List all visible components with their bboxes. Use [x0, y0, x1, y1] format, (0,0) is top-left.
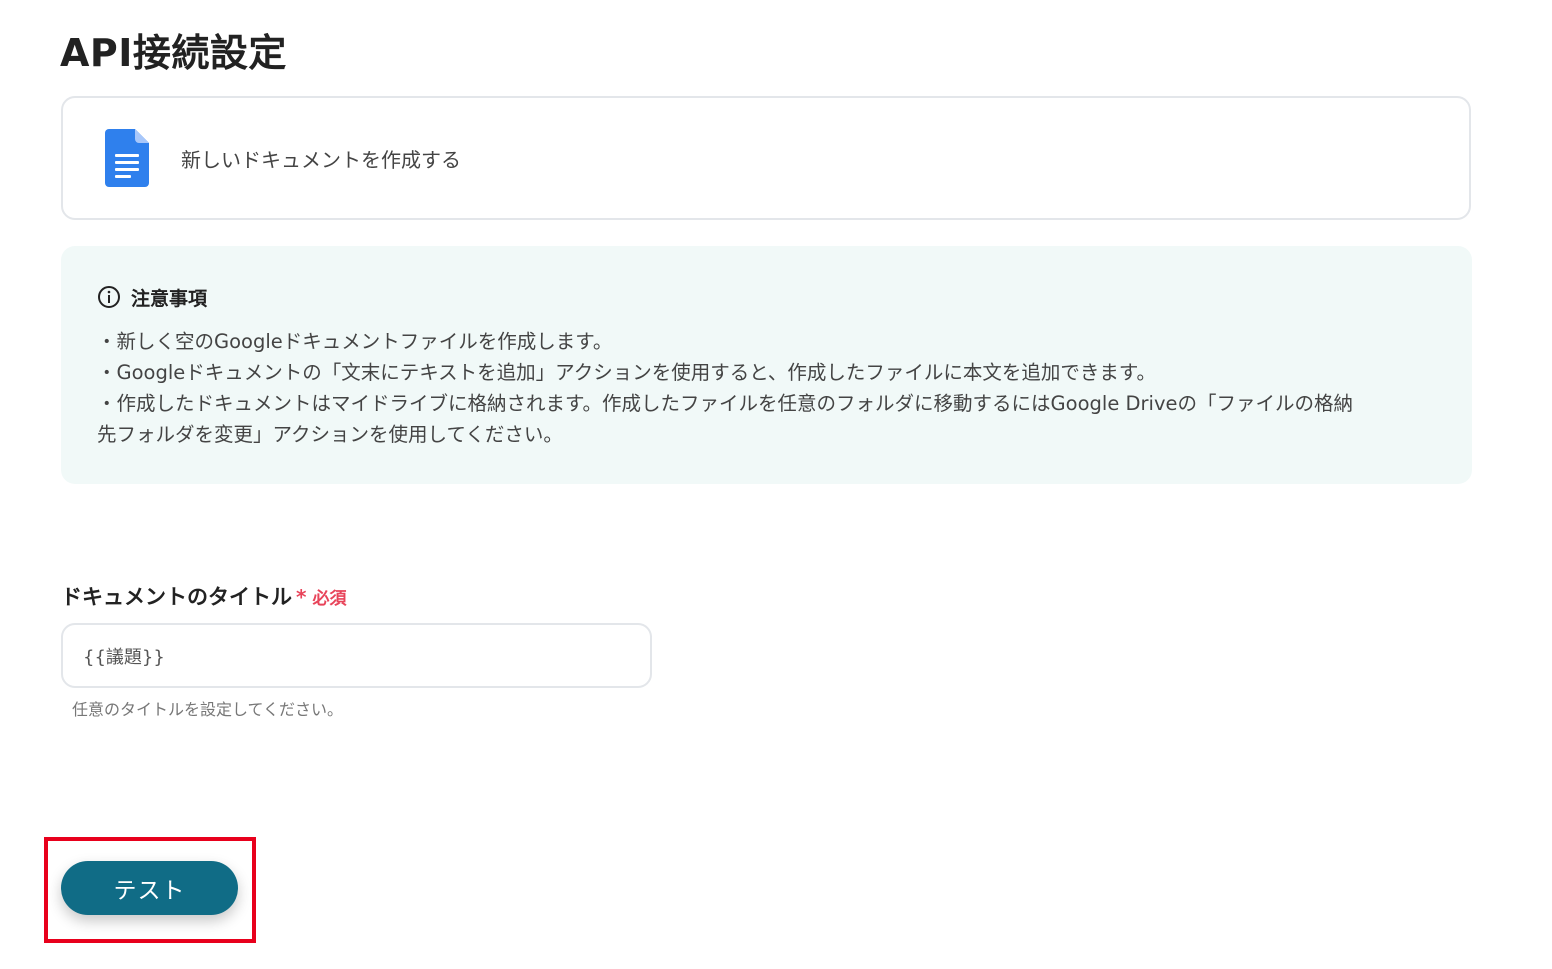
document-title-label: ドキュメントのタイトル * 必須 [61, 581, 346, 611]
notice-line: 先フォルダを変更」アクションを使用してください。 [97, 423, 563, 446]
notice-line: ・作成したドキュメントはマイドライブに格納されます。作成したファイルを任意のフォ… [97, 392, 1354, 415]
notice-line: ・新しく空のGoogleドキュメントファイルを作成します。 [97, 330, 613, 353]
api-connection-settings-page: API接続設定 新しいドキュメントを作成する 注意事項 ・新しく空のGoogle… [0, 0, 1552, 969]
notice-heading: 注意事項 [131, 287, 208, 310]
notice-line: ・Googleドキュメントの「文末にテキストを追加」アクションを使用すると、作成… [97, 361, 1156, 384]
notice-text: ・新しく空のGoogleドキュメントファイルを作成します。 ・Googleドキュ… [97, 326, 1437, 450]
required-badge: 必須 [312, 589, 347, 609]
action-label: 新しいドキュメントを作成する [181, 147, 461, 172]
document-title-input[interactable] [61, 623, 652, 688]
required-star: * [296, 585, 307, 609]
page-title: API接続設定 [60, 31, 287, 75]
info-icon [98, 286, 120, 308]
action-card: 新しいドキュメントを作成する [61, 96, 1471, 220]
notice-heading-row: 注意事項 [97, 284, 1472, 310]
field-label-text: ドキュメントのタイトル [61, 585, 292, 609]
notice-box: 注意事項 ・新しく空のGoogleドキュメントファイルを作成します。 ・Goog… [61, 246, 1472, 484]
google-docs-icon [105, 129, 149, 187]
test-button[interactable]: テスト [61, 861, 238, 915]
field-helper-text: 任意のタイトルを設定してください。 [72, 700, 344, 719]
